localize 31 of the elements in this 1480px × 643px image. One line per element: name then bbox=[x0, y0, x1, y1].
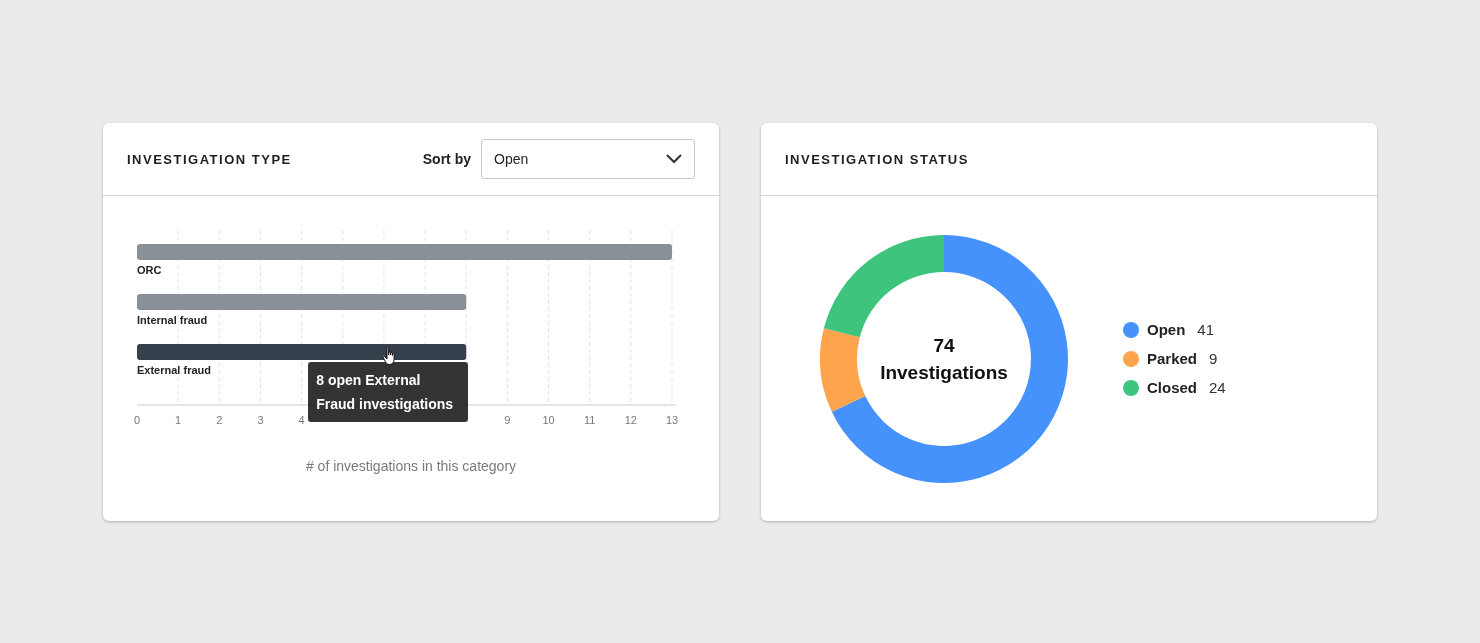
bar[interactable] bbox=[137, 244, 672, 260]
legend-count: 24 bbox=[1209, 379, 1226, 396]
total-label: Investigations bbox=[880, 360, 1008, 385]
sort-dropdown[interactable]: Open bbox=[481, 139, 695, 179]
legend-count: 9 bbox=[1209, 350, 1218, 367]
card-title: INVESTIGATION TYPE bbox=[127, 151, 293, 167]
legend-count: 41 bbox=[1197, 321, 1215, 338]
tick-label: 2 bbox=[216, 414, 223, 426]
tick-label: 12 bbox=[624, 414, 637, 426]
total-count: 74 bbox=[933, 333, 955, 358]
tick-label: 11 bbox=[584, 414, 596, 426]
bar-label: External fraud bbox=[137, 364, 211, 376]
bar-label: Internal fraud bbox=[137, 314, 208, 326]
tick-label: 9 bbox=[504, 414, 511, 426]
bar[interactable] bbox=[137, 344, 467, 360]
tick-label: 4 bbox=[298, 414, 305, 426]
legend-label: Closed bbox=[1147, 379, 1197, 396]
legend-label: Parked bbox=[1147, 350, 1198, 367]
tick-label: 3 bbox=[257, 414, 264, 426]
tick-label: 13 bbox=[665, 414, 679, 426]
bar-label: ORC bbox=[137, 264, 162, 276]
tick-label: 10 bbox=[542, 414, 555, 426]
legend-label: Open bbox=[1147, 321, 1186, 338]
tooltip: 8 open External Fraud investigations bbox=[308, 362, 469, 422]
sort-label: Sort by bbox=[422, 151, 471, 167]
tick-label: 0 bbox=[133, 414, 141, 426]
chevron-icon bbox=[666, 154, 682, 164]
axis-title: # of investigations in this category bbox=[305, 458, 517, 474]
tick-label: 1 bbox=[175, 414, 182, 426]
bar[interactable] bbox=[137, 294, 467, 310]
card-title: INVESTIGATION STATUS bbox=[785, 151, 970, 167]
